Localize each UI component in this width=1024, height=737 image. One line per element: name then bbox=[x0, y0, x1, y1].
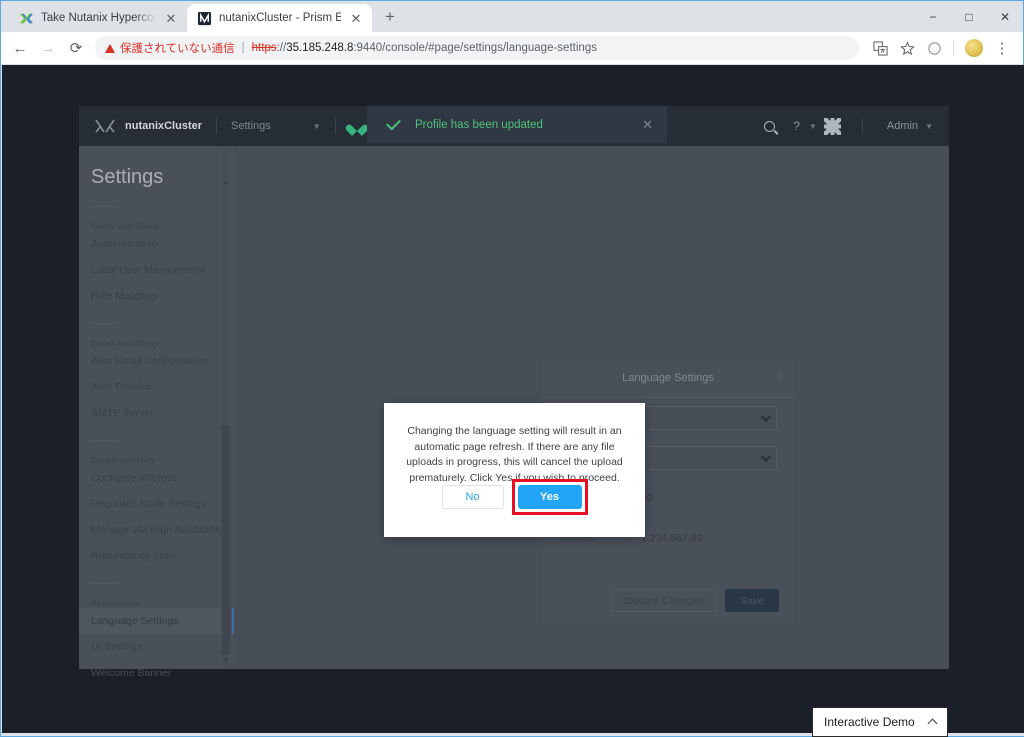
url-host: 35.185.248.8 bbox=[286, 42, 354, 54]
dialog-message: Changing the language setting will resul… bbox=[406, 425, 623, 484]
not-secure-warning-icon bbox=[105, 43, 115, 53]
chevron-up-icon[interactable] bbox=[927, 718, 938, 729]
browser-tabstrip: Take Nutanix Hyperconverged In ✕ nutanix… bbox=[1, 1, 1023, 32]
browser-toolbar: ← → ⟳ 保護されていない通信 | https://35.185.248.8:… bbox=[1, 32, 1023, 64]
close-icon[interactable]: ✕ bbox=[163, 10, 179, 26]
address-bar[interactable]: 保護されていない通信 | https://35.185.248.8:9440/c… bbox=[95, 36, 859, 60]
user-menu-label[interactable]: Admin bbox=[887, 120, 918, 132]
chevron-down-icon[interactable]: ▼ bbox=[313, 122, 321, 131]
toolbar-actions: ⋮ bbox=[867, 35, 1017, 61]
interactive-demo-label: Interactive Demo bbox=[824, 715, 915, 729]
avatar-icon[interactable] bbox=[965, 39, 983, 57]
yes-button-highlight: Yes bbox=[511, 479, 588, 515]
back-icon[interactable]: ← bbox=[7, 35, 33, 61]
url-path: :9440/console/#page/settings/language-se… bbox=[353, 42, 597, 54]
app-header-left: nutanixCluster Settings ▼ ▼ bbox=[93, 106, 406, 146]
maximize-button[interactable]: □ bbox=[951, 1, 987, 32]
screenshot-root: Take Nutanix Hyperconverged In ✕ nutanix… bbox=[0, 0, 1024, 737]
chevron-down-icon-4[interactable]: ▼ bbox=[925, 122, 933, 131]
header-divider-3 bbox=[861, 118, 863, 134]
cluster-name-label: nutanixCluster bbox=[125, 120, 203, 132]
omnibox-divider: | bbox=[241, 42, 245, 54]
new-tab-button[interactable]: + bbox=[376, 3, 404, 31]
security-status-label: 保護されていない通信 bbox=[120, 43, 235, 55]
browser-tab-title: nutanixCluster - Prism Element bbox=[219, 12, 341, 24]
heart-icon[interactable] bbox=[350, 120, 364, 133]
checkmark-icon bbox=[386, 115, 401, 130]
toast-message: Profile has been updated bbox=[415, 118, 543, 131]
forward-icon[interactable]: → bbox=[35, 35, 61, 61]
close-icon[interactable]: ✕ bbox=[348, 10, 364, 26]
dialog-actions: No Yes bbox=[384, 479, 645, 515]
reload-icon[interactable]: ⟳ bbox=[63, 35, 89, 61]
nav-settings-label[interactable]: Settings bbox=[231, 120, 271, 132]
chevron-down-icon-3[interactable]: ▼ bbox=[809, 122, 817, 131]
header-divider-2 bbox=[334, 118, 336, 134]
question-mark-icon[interactable]: ? bbox=[793, 119, 800, 133]
interactive-demo-bar[interactable]: Interactive Demo bbox=[812, 707, 948, 737]
window-controls: − □ ✕ bbox=[915, 1, 1023, 32]
minimize-button[interactable]: − bbox=[915, 1, 951, 32]
prism-app-icon bbox=[197, 11, 212, 26]
close-icon[interactable]: ✕ bbox=[638, 117, 657, 133]
more-menu-icon[interactable]: ⋮ bbox=[989, 35, 1015, 61]
nutanix-x-icon bbox=[19, 11, 34, 26]
page-viewport: nutanixCluster Settings ▼ ▼ ? ▼ Admin bbox=[2, 65, 1024, 734]
app-header-right: ? ▼ Admin ▼ bbox=[755, 106, 933, 146]
browser-tab-title: Take Nutanix Hyperconverged In bbox=[41, 12, 156, 24]
close-window-button[interactable]: ✕ bbox=[987, 1, 1023, 32]
yes-button[interactable]: Yes bbox=[517, 485, 582, 509]
bookmark-star-icon[interactable] bbox=[894, 35, 920, 61]
translate-icon[interactable] bbox=[867, 35, 893, 61]
toast-notification: Profile has been updated ✕ bbox=[367, 106, 667, 143]
browser-tab-2[interactable]: nutanixCluster - Prism Element ✕ bbox=[187, 4, 372, 32]
no-button[interactable]: No bbox=[441, 485, 504, 509]
toolbar-divider bbox=[953, 40, 954, 56]
header-divider bbox=[216, 118, 218, 134]
profile-incognito-icon[interactable] bbox=[921, 35, 947, 61]
browser-window: Take Nutanix Hyperconverged In ✕ nutanix… bbox=[0, 0, 1024, 737]
gear-icon[interactable] bbox=[823, 117, 841, 135]
language-change-confirm-dialog: Changing the language setting will resul… bbox=[384, 403, 645, 537]
nutanix-x-logo bbox=[93, 117, 117, 135]
search-icon[interactable] bbox=[764, 120, 776, 132]
url-separator: :// bbox=[276, 42, 287, 54]
url-scheme: https bbox=[251, 42, 277, 54]
browser-tab-1[interactable]: Take Nutanix Hyperconverged In ✕ bbox=[9, 4, 187, 32]
